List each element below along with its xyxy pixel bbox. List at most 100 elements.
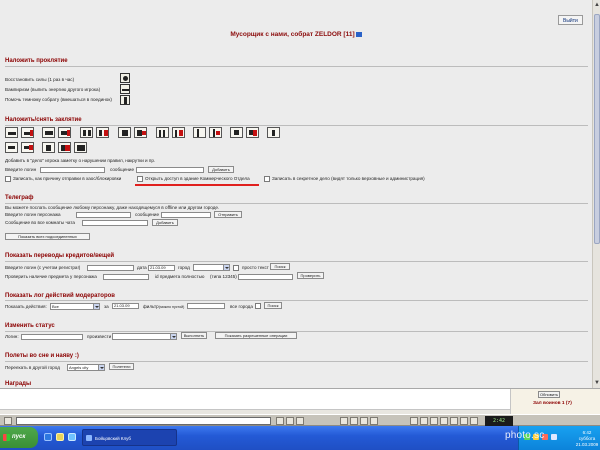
prison-spell-icon[interactable] <box>118 127 131 138</box>
divider <box>5 125 588 126</box>
task-label: Бойцовский Клуб <box>95 436 131 441</box>
travel-city-value: Angels city <box>69 365 89 370</box>
moderators-filter-input[interactable] <box>187 303 225 309</box>
remove-prison-spell-icon[interactable] <box>134 127 147 138</box>
transfers-search-button[interactable]: Поиск <box>270 263 290 270</box>
send-icon[interactable] <box>276 417 284 425</box>
remove-chaos-spell-icon[interactable] <box>96 127 109 138</box>
simple-text-checkbox[interactable] <box>233 265 239 271</box>
scrollbar-thumb[interactable] <box>594 14 600 244</box>
fight-spell-icon[interactable] <box>5 142 18 153</box>
exit-icon[interactable] <box>470 417 478 425</box>
inventory-icon[interactable] <box>420 417 428 425</box>
remove-fight-spell-icon[interactable] <box>21 142 34 153</box>
transfers-date-input[interactable]: 21.03.09 <box>148 265 175 271</box>
tray-clock[interactable]: 6:42 суббота 21.03.2009 <box>575 430 599 448</box>
telegraph-send-button[interactable]: Отправить <box>214 211 242 218</box>
friends-icon[interactable] <box>440 417 448 425</box>
trade-spell-icon[interactable] <box>42 142 55 153</box>
help-icon[interactable] <box>460 417 468 425</box>
travel-city-select[interactable]: Angels city <box>67 364 105 371</box>
remove-block-spell-icon[interactable] <box>172 127 185 138</box>
chaos-spell-icon[interactable] <box>80 127 93 138</box>
moderators-actions-select[interactable]: Все <box>50 303 100 310</box>
language-icon[interactable] <box>551 434 557 440</box>
secret-file-label: Записать в секретное дело (видят только … <box>272 176 425 181</box>
status-rank-select[interactable] <box>112 333 177 340</box>
mark-spell-icon[interactable] <box>193 127 206 138</box>
report-login-input[interactable] <box>40 167 105 173</box>
translit-icon[interactable] <box>296 417 304 425</box>
skills-icon[interactable] <box>430 417 438 425</box>
spells-heading: Наложить/снять заклятие <box>5 117 82 123</box>
player-info-icon[interactable] <box>355 31 362 37</box>
simple-text-label: просто текст <box>242 265 269 270</box>
view-spell-icon[interactable] <box>74 142 87 153</box>
check-item-login-input[interactable] <box>103 274 149 280</box>
remove-trade-spell-icon[interactable] <box>58 142 71 153</box>
clan-spell-icon[interactable] <box>230 127 243 138</box>
clear-icon[interactable] <box>340 417 348 425</box>
filter-icon[interactable] <box>350 417 358 425</box>
show-subscribers-button[interactable]: Показать всех подсоединенных <box>5 233 90 240</box>
exit-button[interactable]: Выйти <box>558 15 583 25</box>
forum-icon[interactable] <box>450 417 458 425</box>
invisibility-spell-icon[interactable] <box>267 127 280 138</box>
moderators-for-label: за <box>104 304 109 309</box>
taskbar-task-game[interactable]: Бойцовский Клуб <box>82 429 177 446</box>
check-item-button[interactable]: Проверить <box>297 272 324 279</box>
silence-spell-icon[interactable] <box>5 127 18 138</box>
room-title: Зал воинов 1 (7) <box>533 401 572 406</box>
report-add-button[interactable]: Добавить <box>208 166 234 173</box>
chevron-down-icon <box>98 365 104 370</box>
transfers-city-select[interactable] <box>193 264 230 271</box>
folder-quicklaunch-icon[interactable] <box>56 433 64 441</box>
all-cities-checkbox[interactable] <box>255 303 261 309</box>
transfers-login-label: Введите логин (с учетом регистра!) <box>5 265 81 270</box>
status-execute-button[interactable]: Выполнить <box>181 332 207 339</box>
remove-forum-silence-spell-icon[interactable] <box>58 127 71 138</box>
transfers-city-label: город <box>178 265 190 270</box>
telegraph-chat-label: Сообщение во все комнаты чата <box>5 220 75 225</box>
telegraph-chat-input[interactable] <box>82 220 148 226</box>
travel-go-button[interactable]: Полетели <box>109 363 134 370</box>
item-id-hint: (типа 12345) <box>210 274 237 279</box>
forum-silence-spell-icon[interactable] <box>42 127 55 138</box>
divider <box>5 66 588 67</box>
telegraph-login-input[interactable] <box>76 212 131 218</box>
settings-icon[interactable] <box>370 417 378 425</box>
telegraph-add-button[interactable]: Добавить <box>152 219 178 226</box>
restore-strength-icon[interactable] <box>120 73 130 83</box>
scroll-up-icon[interactable]: ▲ <box>593 0 600 10</box>
scroll-down-icon[interactable]: ▼ <box>593 378 600 388</box>
report-login-label: Введите логин <box>5 167 37 172</box>
remove-silence-spell-icon[interactable] <box>21 127 34 138</box>
chaos-reason-checkbox[interactable] <box>5 176 11 182</box>
vampire-icon[interactable] <box>120 84 130 94</box>
help-brother-icon[interactable] <box>120 95 130 105</box>
desktop-quicklaunch-icon[interactable] <box>68 433 76 441</box>
chat-input[interactable] <box>16 417 271 425</box>
chat-icon[interactable] <box>4 417 12 425</box>
item-id-input[interactable] <box>238 274 293 280</box>
commercial-access-checkbox[interactable] <box>137 176 143 182</box>
remove-mark-spell-icon[interactable] <box>209 127 222 138</box>
moderators-search-button[interactable]: Поиск <box>264 302 282 309</box>
transfers-login-input[interactable] <box>87 265 134 271</box>
chevron-down-icon <box>223 265 229 270</box>
report-message-input[interactable] <box>136 167 204 173</box>
status-login-input[interactable] <box>21 334 83 340</box>
ie-quicklaunch-icon[interactable] <box>44 433 52 441</box>
telegraph-message-input[interactable] <box>161 212 211 218</box>
remove-clan-spell-icon[interactable] <box>246 127 259 138</box>
refresh-button[interactable]: Обновить <box>538 391 560 398</box>
start-button[interactable]: пуск <box>0 427 38 448</box>
show-allowed-ops-button[interactable]: Показать разрешенные операции <box>215 332 297 339</box>
sound-icon[interactable] <box>360 417 368 425</box>
page-scrollbar[interactable]: ▲ ▼ <box>592 0 600 388</box>
secret-file-checkbox[interactable] <box>264 176 270 182</box>
smile-icon[interactable] <box>286 417 294 425</box>
moderators-date-input[interactable]: 21.03.09 <box>112 303 139 309</box>
map-icon[interactable] <box>410 417 418 425</box>
block-spell-icon[interactable] <box>156 127 169 138</box>
